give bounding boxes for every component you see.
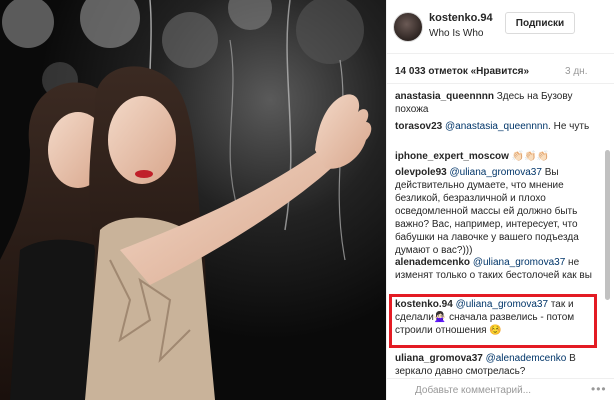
comment-username[interactable]: torasov23	[395, 121, 442, 132]
comment-text: 👏🏻👏🏻👏🏻	[511, 151, 550, 162]
comments-list: anastasia_queennnn Здесь на Бузову похож…	[387, 86, 603, 376]
comment-item: anastasia_queennnn Здесь на Бузову похож…	[395, 90, 599, 116]
comment-item: torasov23 @anastasia_queennnn. Не чуть	[395, 120, 599, 133]
comment-item: uliana_gromova37 @alenademcenko В зеркал…	[395, 352, 599, 376]
comment-username[interactable]: uliana_gromova37	[395, 353, 483, 364]
following-button[interactable]: Подписки	[505, 12, 575, 34]
add-comment-bar: •••	[387, 378, 614, 400]
more-options-icon[interactable]: •••	[591, 382, 607, 396]
comment-item: olevpole93 @uliana_gromova37 Вы действит…	[395, 166, 599, 257]
comments-scrollbar[interactable]	[603, 86, 611, 376]
scroll-thumb[interactable]	[605, 150, 610, 300]
comment-mention[interactable]: @uliana_gromova37	[449, 167, 541, 178]
comment-text: . Не чуть	[548, 121, 590, 132]
selfie-photo-image	[0, 0, 386, 400]
post-photo	[0, 0, 386, 400]
comment-username[interactable]: anastasia_queennnn	[395, 91, 494, 102]
comment-username[interactable]: iphone_expert_moscow	[395, 151, 509, 162]
comment-item: iphone_expert_moscow 👏🏻👏🏻👏🏻	[395, 150, 599, 163]
post-header: kostenko.94 Who Is Who Подписки	[387, 0, 614, 54]
comment-mention[interactable]: @uliana_gromova37	[473, 257, 565, 268]
highlight-box	[389, 294, 597, 348]
comment-input[interactable]	[415, 383, 575, 397]
post-side-panel: kostenko.94 Who Is Who Подписки 14 033 о…	[386, 0, 614, 400]
post-date: 3 дн.	[565, 66, 588, 77]
post-location[interactable]: Who Is Who	[429, 28, 483, 39]
comment-item: alenademcenko @uliana_gromova37 не измен…	[395, 256, 599, 282]
comment-username[interactable]: olevpole93	[395, 167, 447, 178]
avatar[interactable]	[393, 12, 423, 42]
post-stats: 14 033 отметок «Нравится» 3 дн.	[387, 54, 614, 84]
comment-username[interactable]: alenademcenko	[395, 257, 470, 268]
comment-text: Вы действительно думаете, что мнение без…	[395, 167, 579, 256]
post-author-username[interactable]: kostenko.94	[429, 12, 493, 24]
comment-mention[interactable]: @alenademcenko	[486, 353, 567, 364]
comment-mention[interactable]: @anastasia_queennnn	[445, 121, 548, 132]
likes-count[interactable]: 14 033 отметок «Нравится»	[395, 66, 529, 77]
